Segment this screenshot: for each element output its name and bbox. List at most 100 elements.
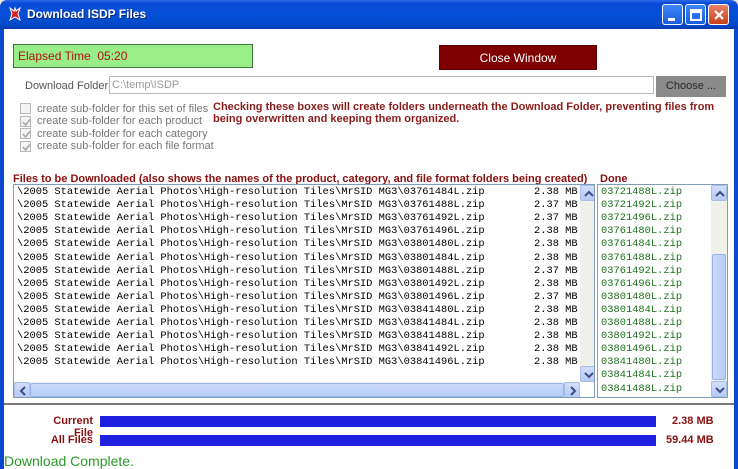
close-button[interactable]	[708, 4, 729, 25]
done-row[interactable]: 03801492L.zip	[601, 330, 682, 343]
current-file-progress-fill	[100, 416, 656, 427]
file-size: 2.38 MB	[534, 251, 578, 264]
file-row[interactable]: \2005 Statewide Aerial Photos\High-resol…	[17, 304, 579, 317]
done-scroll-thumb[interactable]	[712, 254, 726, 380]
elapsed-time-value: 05:20	[97, 49, 128, 63]
file-row[interactable]: \2005 Statewide Aerial Photos\High-resol…	[17, 317, 579, 330]
file-row[interactable]: \2005 Statewide Aerial Photos\High-resol…	[17, 238, 579, 251]
done-row[interactable]: 03841484L.zip	[601, 369, 682, 382]
done-row[interactable]: 03761496L.zip	[601, 278, 682, 291]
file-row[interactable]: \2005 Statewide Aerial Photos\High-resol…	[17, 356, 579, 369]
file-path: \2005 Statewide Aerial Photos\High-resol…	[17, 290, 485, 303]
file-path: \2005 Statewide Aerial Photos\High-resol…	[17, 225, 485, 238]
files-scroll-up-button[interactable]	[580, 185, 594, 201]
status-message: Download Complete.	[4, 453, 134, 469]
file-size: 2.38 MB	[534, 225, 578, 238]
subfolder-option-row[interactable]: create sub-folder for this set of files	[20, 102, 208, 115]
done-scroll-down-button[interactable]	[711, 381, 727, 397]
current-file-size: 2.38 MB	[672, 415, 714, 427]
file-row[interactable]: \2005 Statewide Aerial Photos\High-resol…	[17, 343, 579, 356]
file-size: 2.38 MB	[534, 330, 578, 343]
isdp-icon	[9, 6, 21, 22]
file-row[interactable]: \2005 Statewide Aerial Photos\High-resol…	[17, 212, 579, 225]
done-row[interactable]: 03801484L.zip	[601, 304, 682, 317]
window-title: Download ISDP Files	[27, 7, 147, 21]
files-scroll-left-button[interactable]	[14, 382, 30, 397]
chevron-left-icon	[19, 386, 26, 396]
file-row[interactable]: \2005 Statewide Aerial Photos\High-resol…	[17, 291, 579, 304]
done-scroll-up-button[interactable]	[711, 185, 727, 201]
file-size: 2.37 MB	[534, 212, 578, 225]
file-path: \2005 Statewide Aerial Photos\High-resol…	[17, 199, 485, 212]
done-row[interactable]: 03801488L.zip	[601, 317, 682, 330]
file-row[interactable]: \2005 Statewide Aerial Photos\High-resol…	[17, 225, 579, 238]
file-row[interactable]: \2005 Statewide Aerial Photos\High-resol…	[17, 278, 579, 291]
subfolder-option-checkbox[interactable]	[20, 115, 31, 127]
done-row[interactable]: 03721496L.zip	[601, 212, 682, 225]
files-list-content: \2005 Statewide Aerial Photos\High-resol…	[14, 185, 580, 382]
minimize-button[interactable]	[662, 4, 683, 25]
done-row[interactable]: 03761488L.zip	[601, 252, 682, 265]
file-path: \2005 Statewide Aerial Photos\High-resol…	[17, 212, 485, 225]
files-to-download-list[interactable]: \2005 Statewide Aerial Photos\High-resol…	[13, 184, 595, 398]
done-row[interactable]: 03721488L.zip	[601, 186, 682, 199]
folder-warning-text: Checking these boxes will create folders…	[213, 101, 715, 125]
window-frame-right	[734, 29, 738, 469]
chevron-up-icon	[584, 190, 594, 197]
file-path: \2005 Statewide Aerial Photos\High-resol…	[17, 303, 485, 316]
subfolder-option-label: create sub-folder for each file format	[37, 140, 214, 152]
subfolder-option-checkbox[interactable]	[20, 140, 31, 152]
choose-folder-button[interactable]: Choose ...	[656, 76, 726, 97]
subfolder-option-row[interactable]: create sub-folder for each file format	[20, 140, 214, 153]
minimize-icon	[668, 18, 675, 21]
close-window-button[interactable]: Close Window	[439, 45, 597, 70]
file-path: \2005 Statewide Aerial Photos\High-resol…	[17, 264, 485, 277]
files-scroll-down-button[interactable]	[580, 366, 594, 382]
files-horizontal-scroll-thumb[interactable]	[30, 383, 564, 397]
file-row[interactable]: \2005 Statewide Aerial Photos\High-resol…	[17, 252, 579, 265]
done-row[interactable]: 03761484L.zip	[601, 238, 682, 251]
file-size: 2.38 MB	[534, 343, 578, 356]
done-row[interactable]: 03801496L.zip	[601, 343, 682, 356]
done-row[interactable]: 03801480L.zip	[601, 291, 682, 304]
done-row[interactable]: 03761492L.zip	[601, 265, 682, 278]
files-vertical-scrollbar[interactable]	[580, 185, 594, 382]
subfolder-option-row[interactable]: create sub-folder for each product	[20, 115, 202, 128]
elapsed-time-label: Elapsed Time	[18, 49, 91, 63]
all-files-size: 59.44 MB	[666, 434, 714, 446]
done-vertical-scrollbar[interactable]	[711, 185, 727, 397]
chevron-down-icon	[715, 387, 725, 394]
current-file-progress-bar	[100, 416, 656, 427]
subfolder-option-checkbox[interactable]	[20, 103, 31, 114]
file-size: 2.37 MB	[534, 199, 578, 212]
done-row[interactable]: 03721492L.zip	[601, 199, 682, 212]
file-row[interactable]: \2005 Statewide Aerial Photos\High-resol…	[17, 330, 579, 343]
done-row[interactable]: 03841480L.zip	[601, 356, 682, 369]
file-row[interactable]: \2005 Statewide Aerial Photos\High-resol…	[17, 199, 579, 212]
file-path: \2005 Statewide Aerial Photos\High-resol…	[17, 356, 485, 369]
subfolder-option-label: create sub-folder for each category	[37, 127, 208, 140]
file-row[interactable]: \2005 Statewide Aerial Photos\High-resol…	[17, 265, 579, 278]
done-row[interactable]: 03761480L.zip	[601, 225, 682, 238]
subfolder-option-checkbox[interactable]	[20, 128, 31, 139]
subfolder-option-label: create sub-folder for each product	[37, 115, 203, 127]
done-row[interactable]: 03841488L.zip	[601, 383, 682, 396]
download-folder-input[interactable]: C:\temp\ISDP	[109, 76, 654, 94]
file-size: 2.37 MB	[534, 264, 578, 277]
elapsed-time-display: Elapsed Time 05:20	[13, 44, 253, 68]
file-row[interactable]: \2005 Statewide Aerial Photos\High-resol…	[17, 186, 579, 199]
done-files-list[interactable]: 03721488L.zip 03721492L.zip 03721496L.zip 0…	[597, 184, 728, 398]
file-path: \2005 Statewide Aerial Photos\High-resol…	[17, 186, 485, 198]
file-size: 2.37 MB	[534, 290, 578, 303]
maximize-icon	[690, 9, 702, 21]
chevron-right-icon	[570, 386, 577, 396]
files-scroll-right-button[interactable]	[564, 382, 580, 397]
title-bar[interactable]: Download ISDP Files	[0, 0, 738, 29]
maximize-button[interactable]	[685, 4, 706, 25]
files-horizontal-scrollbar[interactable]	[14, 382, 580, 397]
file-path: \2005 Statewide Aerial Photos\High-resol…	[17, 330, 485, 343]
checkmark-icon	[22, 143, 31, 151]
subfolder-option-label: create sub-folder for this set of files	[37, 102, 209, 115]
section-divider	[4, 403, 734, 405]
subfolder-option-row[interactable]: create sub-folder for each category	[20, 127, 208, 140]
